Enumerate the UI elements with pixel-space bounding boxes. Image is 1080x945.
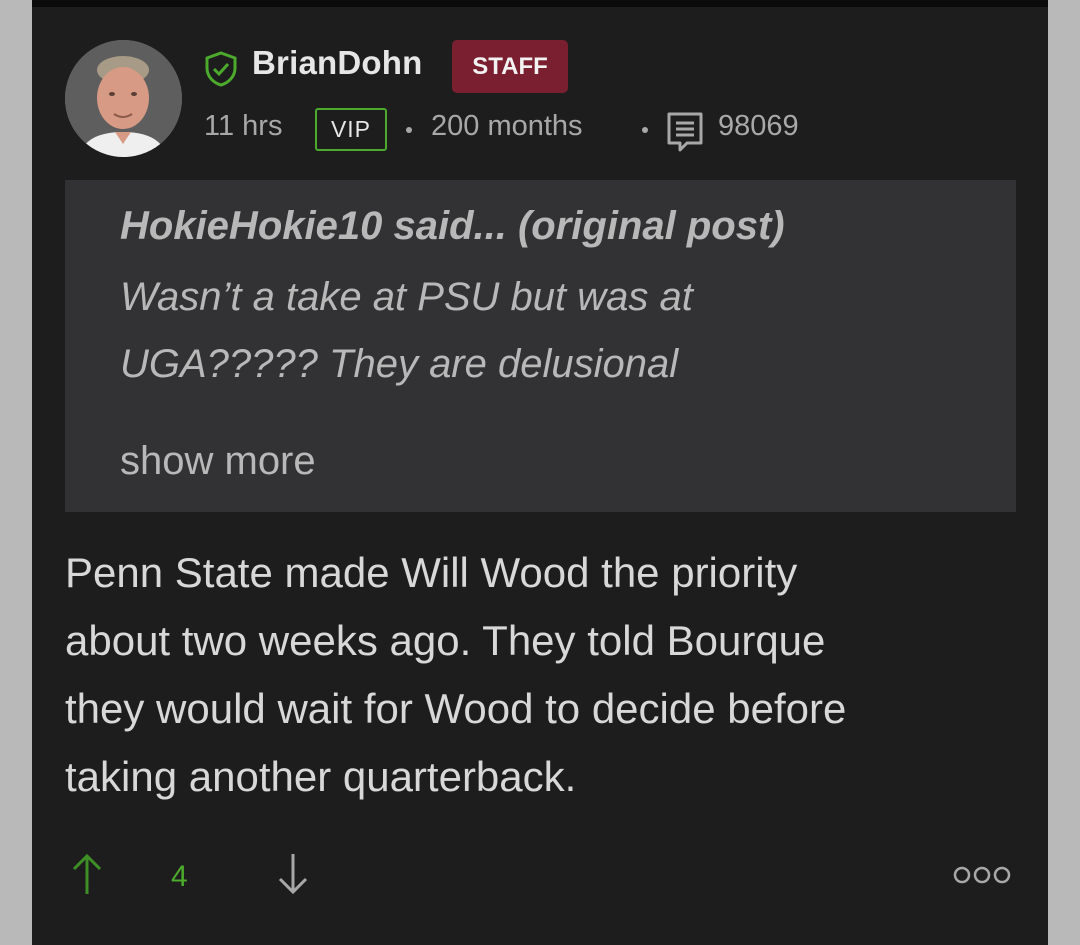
user-avatar[interactable] [65, 40, 182, 157]
vip-badge: VIP [315, 108, 387, 151]
quoted-post: HokieHokie10 said... (original post) Was… [65, 180, 1016, 512]
quote-text-line: Wasn’t a take at PSU but was at [120, 275, 693, 319]
member-tenure: 200 months [431, 110, 583, 142]
shield-check-icon [205, 51, 237, 87]
arrow-down-icon[interactable] [276, 850, 310, 898]
staff-badge: STAFF [452, 40, 568, 93]
vote-count: 4 [171, 860, 188, 893]
post-body-line: Penn State made Will Wood the priority [65, 549, 798, 596]
top-divider [32, 0, 1048, 7]
post-time: 11 hrs [204, 110, 283, 142]
post-body-line: they would wait for Wood to decide befor… [65, 685, 847, 732]
separator-dot [406, 127, 412, 133]
show-more-link[interactable]: show more [120, 439, 316, 484]
quote-author: HokieHokie10 said... (original post) [120, 204, 785, 248]
more-options-icon[interactable] [951, 860, 1013, 890]
post-body-line: about two weeks ago. They told Bourque [65, 617, 826, 664]
quote-text-line: UGA????? They are delusional [120, 342, 679, 386]
username[interactable]: BrianDohn [252, 44, 422, 82]
separator-dot [642, 127, 648, 133]
post-card: BrianDohn STAFF 11 hrs VIP 200 months 98… [32, 0, 1048, 945]
arrow-up-icon[interactable] [70, 850, 104, 898]
post-count: 98069 [718, 110, 799, 142]
post-body-line: taking another quarterback. [65, 753, 577, 800]
message-icon [667, 112, 703, 152]
